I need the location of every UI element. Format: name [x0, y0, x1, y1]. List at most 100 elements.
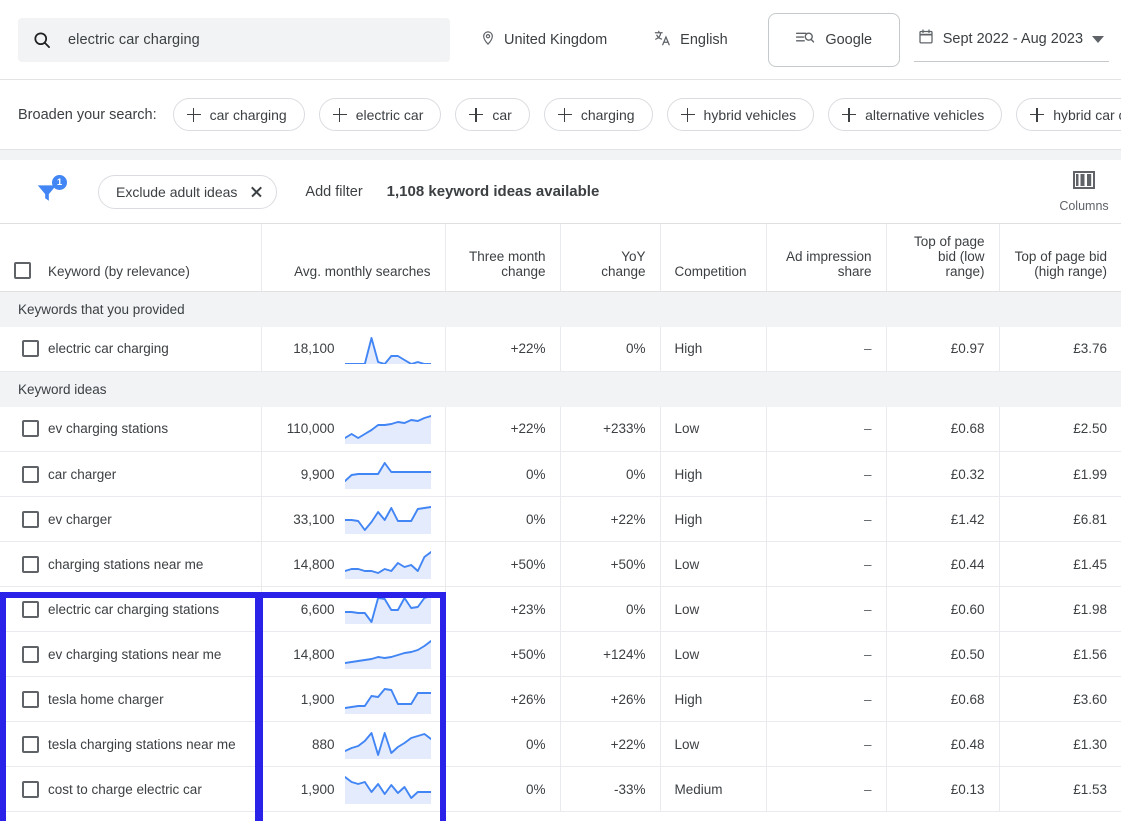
table-row[interactable]: cost to charge electric car 1,900 0% -33% Me… — [0, 766, 1121, 812]
cell-competition: Medium — [659, 766, 766, 812]
keyword-ideas-table: Keyword (by relevance) Avg. monthly sear… — [0, 223, 1121, 812]
row-checkbox-cell[interactable] — [0, 451, 48, 497]
row-checkbox-cell[interactable] — [0, 406, 48, 452]
broaden-chip-label: electric car — [355, 106, 424, 123]
broaden-chip-3[interactable]: charging — [543, 98, 653, 131]
broaden-chip-4[interactable]: hybrid vehicles — [666, 98, 815, 131]
col-header-keyword[interactable]: Keyword (by relevance) — [48, 223, 261, 292]
row-checkbox[interactable] — [22, 600, 39, 618]
row-checkbox[interactable] — [22, 510, 39, 528]
row-checkbox[interactable] — [22, 340, 39, 358]
cell-yoy-change: +26% — [559, 676, 660, 722]
broaden-chip-1[interactable]: electric car — [318, 98, 442, 131]
row-checkbox-cell[interactable] — [0, 496, 48, 542]
cell-ad-impression-share: – — [765, 766, 886, 812]
col-header-ad-impression-share[interactable]: Ad impression share — [765, 223, 886, 292]
row-checkbox[interactable] — [22, 420, 39, 438]
row-checkbox-cell[interactable] — [0, 586, 48, 632]
broaden-chip-5[interactable]: alternative vehicles — [828, 98, 1003, 131]
cell-keyword[interactable]: ev charging stations near me — [48, 631, 261, 677]
active-filter-chip[interactable]: Exclude adult ideas — [98, 174, 278, 209]
columns-button[interactable]: Columns — [1047, 170, 1121, 213]
cell-keyword[interactable]: cost to charge electric car — [48, 766, 261, 812]
cell-top-bid-low: £0.97 — [885, 326, 999, 372]
table-row[interactable]: electric car charging stations 6,600 +23% 0… — [0, 586, 1121, 632]
col-header-three-month-change[interactable]: Three month change — [444, 223, 560, 292]
cell-yoy-change: 0% — [559, 451, 660, 497]
col-header-top-bid-low[interactable]: Top of page bid (low range) — [885, 223, 999, 292]
plus-icon — [469, 107, 484, 122]
cell-top-bid-high: £6.81 — [998, 496, 1121, 542]
col-header-top-bid-high[interactable]: Top of page bid (high range) — [998, 223, 1121, 292]
table-group-header: Keyword ideas — [0, 371, 1121, 407]
select-all-header[interactable] — [0, 223, 48, 292]
broaden-chip-0[interactable]: car charging — [172, 98, 305, 131]
cell-top-bid-high: £3.76 — [998, 326, 1121, 372]
row-checkbox-cell[interactable] — [0, 676, 48, 722]
table-body: Keywords that you provided electric car c… — [0, 291, 1121, 812]
cell-keyword[interactable]: electric car charging — [48, 326, 261, 372]
plus-icon — [1030, 107, 1045, 122]
cell-three-month-change: +22% — [444, 406, 560, 452]
chevron-down-icon[interactable] — [1092, 35, 1105, 43]
cell-top-bid-low: £0.60 — [885, 586, 999, 632]
row-checkbox-cell[interactable] — [0, 721, 48, 767]
cell-keyword[interactable]: car charger — [48, 451, 261, 497]
col-header-competition[interactable]: Competition — [659, 223, 766, 292]
row-checkbox[interactable] — [22, 780, 39, 798]
row-checkbox[interactable] — [22, 645, 39, 663]
broaden-chip-label: car charging — [209, 106, 287, 123]
cell-three-month-change: 0% — [444, 451, 560, 497]
cell-volume-value: 110,000 — [286, 421, 335, 437]
plus-icon — [186, 107, 201, 122]
cell-keyword[interactable]: tesla charging stations near me — [48, 721, 261, 767]
row-checkbox[interactable] — [22, 465, 39, 483]
select-all-checkbox[interactable] — [14, 262, 31, 279]
keyword-table-wrapper: Keyword (by relevance) Avg. monthly sear… — [0, 223, 1121, 821]
location-pin-icon — [480, 29, 496, 51]
broaden-chip-6[interactable]: hybrid car charging — [1016, 98, 1121, 131]
col-header-yoy-change[interactable]: YoY change — [559, 223, 660, 292]
table-row[interactable]: ev charging stations near me 14,800 +50% +1… — [0, 631, 1121, 677]
filter-funnel-icon[interactable]: 1 — [34, 174, 68, 209]
network-selector-google[interactable]: Google — [767, 12, 900, 67]
row-checkbox-cell[interactable] — [0, 766, 48, 812]
table-row[interactable]: car charger 9,900 0% 0% High – £0.32 £1.99 — [0, 451, 1121, 497]
table-row[interactable]: ev charger 33,100 0% +22% High – £1.42 £6.81 — [0, 496, 1121, 542]
row-checkbox[interactable] — [22, 555, 39, 573]
cell-top-bid-low: £0.48 — [885, 721, 999, 767]
row-checkbox-cell[interactable] — [0, 631, 48, 677]
location-label: United Kingdom — [504, 31, 608, 48]
cell-keyword[interactable]: ev charger — [48, 496, 261, 542]
location-selector[interactable]: United Kingdom — [474, 18, 613, 62]
broaden-chip-2[interactable]: car — [455, 98, 530, 131]
cell-keyword[interactable]: tesla home charger — [48, 676, 261, 722]
cell-keyword[interactable]: ev charging stations — [48, 406, 261, 452]
col-header-avg-monthly-searches[interactable]: Avg. monthly searches — [260, 223, 445, 292]
cell-keyword[interactable]: charging stations near me — [48, 541, 261, 587]
table-row[interactable]: electric car charging 18,100 +22% 0% High – £0… — [0, 326, 1121, 372]
row-checkbox-cell[interactable] — [0, 326, 48, 372]
language-selector[interactable]: English — [647, 18, 734, 62]
row-checkbox-cell[interactable] — [0, 541, 48, 587]
table-row[interactable]: charging stations near me 14,800 +50% +50% L… — [0, 541, 1121, 587]
cell-three-month-change: 0% — [444, 721, 560, 767]
broaden-chip-label: charging — [580, 106, 635, 123]
cell-top-bid-high: £1.30 — [998, 721, 1121, 767]
cell-volume-value: 33,100 — [293, 511, 335, 527]
cell-volume-value: 6,600 — [300, 601, 335, 617]
cell-volume-value: 14,800 — [293, 646, 335, 662]
table-row[interactable]: ev charging stations 110,000 +22% +233% Low –… — [0, 406, 1121, 452]
cell-top-bid-high: £1.98 — [998, 586, 1121, 632]
date-range-selector[interactable]: Sept 2022 - Aug 2023 — [913, 18, 1109, 62]
cell-avg-monthly-searches: 110,000 — [260, 406, 445, 452]
row-checkbox[interactable] — [22, 690, 39, 708]
close-icon[interactable] — [250, 185, 263, 198]
row-checkbox[interactable] — [22, 735, 39, 753]
cell-keyword[interactable]: electric car charging stations — [48, 586, 261, 632]
add-filter-button[interactable]: Add filter — [305, 184, 362, 200]
table-row[interactable]: tesla charging stations near me 880 0% +22%… — [0, 721, 1121, 767]
table-row[interactable]: tesla home charger 1,900 +26% +26% High – £0.6… — [0, 676, 1121, 722]
cell-ad-impression-share: – — [765, 631, 886, 677]
search-input[interactable]: electric car charging — [18, 17, 450, 62]
